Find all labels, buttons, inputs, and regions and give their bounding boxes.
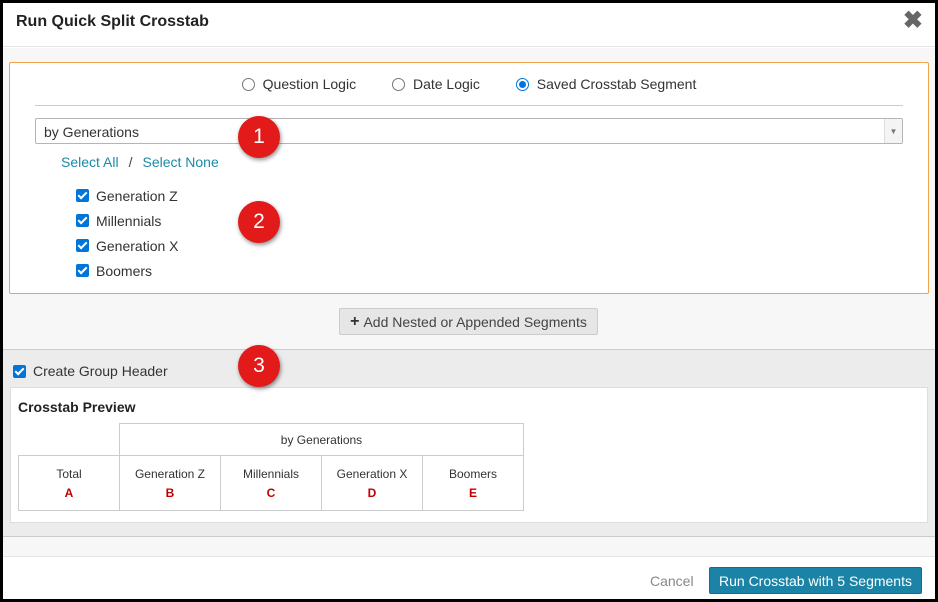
column-letter: A xyxy=(64,485,74,500)
segment-panel: Question Logic Date Logic Saved Crosstab… xyxy=(9,62,929,294)
column-generation-x: Generation X D xyxy=(321,455,423,511)
close-icon[interactable]: ✖ xyxy=(903,9,923,33)
radio-button[interactable] xyxy=(515,77,529,91)
segment-option-label: Generation X xyxy=(96,237,179,254)
checkbox[interactable] xyxy=(76,239,89,252)
checkbox[interactable] xyxy=(76,189,89,202)
run-crosstab-button[interactable]: Run Crosstab with 5 Segments xyxy=(709,567,922,594)
select-all-link[interactable]: Select All xyxy=(61,154,119,170)
group-label-cell: by Generations xyxy=(119,423,524,456)
dialog: Run Quick Split Crosstab ✖ Question Logi… xyxy=(3,3,935,599)
dialog-footer: Cancel Run Crosstab with 5 Segments xyxy=(3,556,935,599)
add-button-label: Add Nested or Appended Segments xyxy=(363,313,587,330)
group-header-label: Create Group Header xyxy=(33,363,168,379)
radio-label: Saved Crosstab Segment xyxy=(536,76,697,92)
segment-option-generation-x[interactable]: Generation X xyxy=(76,233,179,258)
segment-option-generation-z[interactable]: Generation Z xyxy=(76,183,179,208)
column-letter: C xyxy=(266,485,276,500)
column-label: Boomers xyxy=(448,466,498,481)
group-header-section: Create Group Header Crosstab Preview by … xyxy=(3,349,935,537)
column-label: Generation X xyxy=(336,466,408,481)
radio-label: Date Logic xyxy=(412,76,480,92)
annotation-badge-2: 2 xyxy=(238,201,280,243)
segment-select[interactable]: by Generations ▼ xyxy=(35,118,903,144)
radio-button[interactable] xyxy=(391,77,405,91)
checkbox[interactable] xyxy=(76,214,89,227)
plus-icon: + xyxy=(350,312,360,330)
annotation-badge-1: 1 xyxy=(238,116,280,158)
annotation-badge-3: 3 xyxy=(238,345,280,387)
crosstab-preview: Crosstab Preview by Generations Total A … xyxy=(10,387,928,523)
dialog-title: Run Quick Split Crosstab xyxy=(16,13,209,30)
checkbox[interactable] xyxy=(13,364,26,378)
radio-date-logic[interactable]: Date Logic xyxy=(391,76,480,92)
segment-option-label: Generation Z xyxy=(96,187,178,204)
divider xyxy=(35,105,903,106)
column-label: Total xyxy=(56,466,82,481)
segment-option-label: Millennials xyxy=(96,212,162,229)
select-links: Select All / Select None xyxy=(61,154,219,170)
segment-option-boomers[interactable]: Boomers xyxy=(76,258,179,283)
segment-checkbox-list: Generation Z Millennials Generation X Bo… xyxy=(76,183,179,283)
radio-saved-crosstab-segment[interactable]: Saved Crosstab Segment xyxy=(515,76,697,92)
preview-title: Crosstab Preview xyxy=(18,399,136,415)
segment-select-value: by Generations xyxy=(44,124,139,140)
column-label: Generation Z xyxy=(134,466,206,481)
checkbox[interactable] xyxy=(76,264,89,277)
link-separator: / xyxy=(128,154,133,170)
column-letter: E xyxy=(468,485,477,500)
radio-button[interactable] xyxy=(241,77,255,91)
create-group-header-toggle[interactable]: Create Group Header xyxy=(13,363,168,379)
column-boomers: Boomers E xyxy=(422,455,524,511)
dialog-header: Run Quick Split Crosstab ✖ xyxy=(3,3,935,47)
column-label: Millennials xyxy=(242,466,300,481)
cancel-button[interactable]: Cancel xyxy=(650,573,694,589)
segment-option-millennials[interactable]: Millennials xyxy=(76,208,179,233)
radio-question-logic[interactable]: Question Logic xyxy=(241,76,357,92)
column-total: Total A xyxy=(18,455,120,511)
select-none-link[interactable]: Select None xyxy=(142,154,218,170)
crosstab-preview-table: by Generations Total A Generation Z B Mi… xyxy=(18,423,524,511)
column-generation-z: Generation Z B xyxy=(119,455,221,511)
radio-label: Question Logic xyxy=(262,76,357,92)
table-corner xyxy=(18,423,120,456)
add-nested-segments-button[interactable]: + Add Nested or Appended Segments xyxy=(339,308,598,335)
chevron-down-icon[interactable]: ▼ xyxy=(884,119,902,143)
column-millennials: Millennials C xyxy=(220,455,322,511)
logic-radio-group: Question Logic Date Logic Saved Crosstab… xyxy=(10,76,928,94)
column-letter: B xyxy=(165,485,175,500)
segment-option-label: Boomers xyxy=(96,262,153,279)
column-letter: D xyxy=(367,485,377,500)
